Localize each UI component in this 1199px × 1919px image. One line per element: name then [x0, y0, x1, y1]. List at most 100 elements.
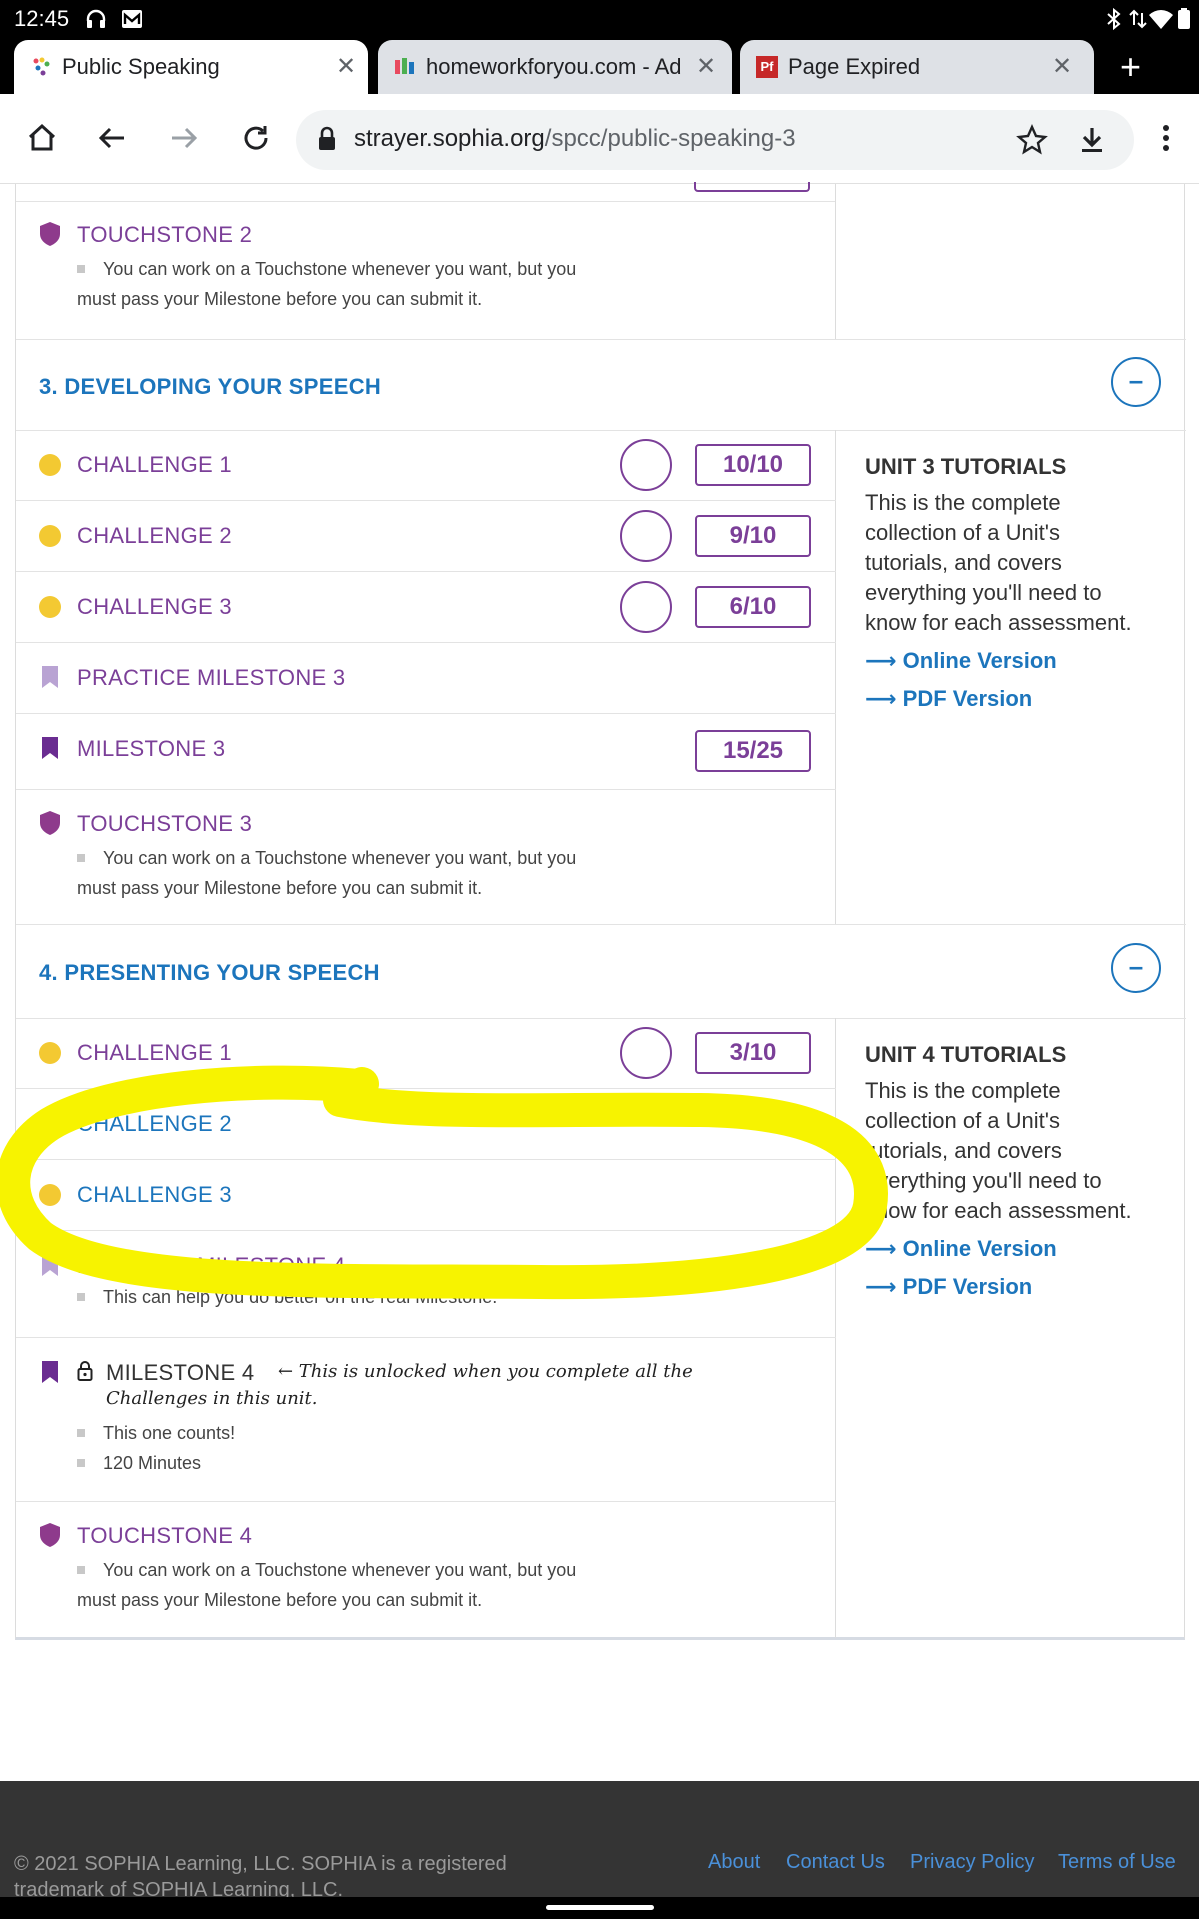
- unit-3-online-version-link[interactable]: ⟶ Online Version: [865, 648, 1057, 674]
- progress-ring: [620, 439, 672, 491]
- challenge-dot-icon: [39, 454, 61, 476]
- touchstone-2-note: You can work on a Touchstone whenever yo…: [77, 254, 576, 314]
- note-line: must pass your Milestone before you can …: [77, 289, 483, 309]
- lock-icon: [319, 126, 335, 150]
- milestone-3-link[interactable]: MILESTONE 3: [77, 736, 225, 762]
- touchstone-3-note: You can work on a Touchstone whenever yo…: [77, 843, 576, 903]
- footer-contact-link[interactable]: Contact Us: [786, 1851, 885, 1874]
- unit-4-heading[interactable]: 4. PRESENTING YOUR SPEECH: [39, 960, 380, 986]
- reload-icon[interactable]: [236, 118, 276, 158]
- row-divider: [16, 713, 836, 714]
- progress-ring: [620, 510, 672, 562]
- touchstone-3-link[interactable]: TOUCHSTONE 3: [77, 811, 252, 837]
- home-gesture-handle[interactable]: [546, 1905, 654, 1910]
- unit-3-challenge-2-link[interactable]: CHALLENGE 2: [77, 523, 232, 549]
- tab-page-expired[interactable]: Pf Page Expired ✕: [740, 40, 1094, 94]
- unit-3-pdf-version-link[interactable]: ⟶ PDF Version: [865, 686, 1032, 712]
- gmail-icon: [122, 10, 142, 28]
- new-tab-icon[interactable]: +: [1120, 46, 1141, 88]
- note-line: must pass your Milestone before you can …: [77, 878, 483, 898]
- tab-strip: Public Speaking ✕ homeworkforyou.com - A…: [0, 38, 1199, 94]
- close-icon[interactable]: ✕: [1052, 52, 1072, 81]
- challenge-dot-icon: [39, 525, 61, 547]
- unit-3-tutorials-description: This is the complete collection of a Uni…: [865, 488, 1165, 638]
- address-bar[interactable]: strayer.sophia.org/spcc/public-speaking-…: [296, 110, 1134, 170]
- course-units-card: TOUCHSTONE 2 You can work on a Touchston…: [15, 182, 1186, 1640]
- data-icon: [1129, 9, 1147, 29]
- unit-3-challenge-1-link[interactable]: CHALLENGE 1: [77, 452, 232, 478]
- tab-public-speaking[interactable]: Public Speaking ✕: [14, 40, 368, 94]
- wifi-icon: [1149, 10, 1173, 29]
- milestone-4-notes: This one counts! 120 Minutes: [77, 1418, 235, 1478]
- shield-icon: [40, 1523, 60, 1547]
- unit-3-collapse-button[interactable]: –: [1111, 357, 1161, 407]
- description-line: know for each assessment.: [865, 1198, 1132, 1223]
- milestone-3-score: 15/25: [695, 730, 811, 772]
- back-icon[interactable]: [92, 118, 132, 158]
- progress-ring: [620, 581, 672, 633]
- section-divider: [16, 430, 1186, 431]
- section-divider: [16, 339, 1186, 340]
- download-icon[interactable]: [1076, 124, 1108, 156]
- footer-about-link[interactable]: About: [708, 1851, 760, 1874]
- description-line: tutorials, and covers: [865, 550, 1062, 575]
- milestone-4-title: MILESTONE 4: [106, 1360, 255, 1385]
- menu-icon[interactable]: [1146, 118, 1186, 158]
- practice-milestone-3-link[interactable]: PRACTICE MILESTONE 3: [77, 665, 345, 691]
- milestone-4-annotation-line1: ← This is unlocked when you complete all…: [278, 1361, 693, 1382]
- row-divider: [16, 642, 836, 643]
- browser-toolbar: strayer.sophia.org/spcc/public-speaking-…: [0, 94, 1199, 184]
- headphones-icon: [86, 9, 106, 28]
- note-line: This one counts!: [103, 1423, 236, 1443]
- footer-privacy-link[interactable]: Privacy Policy: [910, 1851, 1034, 1874]
- row-divider: [16, 201, 836, 202]
- touchstone-4-link[interactable]: TOUCHSTONE 4: [77, 1523, 252, 1549]
- home-icon[interactable]: [22, 118, 62, 158]
- challenge-dot-icon: [39, 596, 61, 618]
- close-icon[interactable]: ✕: [696, 52, 716, 81]
- row-divider: [16, 1501, 836, 1502]
- note-line: You can work on a Touchstone whenever yo…: [103, 848, 577, 868]
- footer-terms-link[interactable]: Terms of Use: [1058, 1851, 1176, 1874]
- battery-icon: [1178, 8, 1190, 29]
- description-line: collection of a Unit's: [865, 520, 1060, 545]
- section-divider: [16, 1018, 1186, 1019]
- status-bar: 12:45: [0, 0, 1199, 38]
- milestone-4-annotation-line2: Challenges in this unit.: [106, 1388, 318, 1409]
- tab-label: Public Speaking: [62, 54, 220, 79]
- forward-icon[interactable]: [164, 118, 204, 158]
- column-divider: [835, 430, 836, 924]
- padlock-icon: [77, 1361, 93, 1381]
- system-nav-bar: [0, 1897, 1199, 1919]
- unit-3-heading[interactable]: 3. DEVELOPING YOUR SPEECH: [39, 374, 381, 400]
- column-divider: [835, 184, 836, 339]
- description-line: everything you'll need to: [865, 580, 1102, 605]
- tab-label: homeworkforyou.com - Add: [426, 54, 682, 79]
- bookmark-icon: [42, 666, 58, 688]
- footer-copyright: © 2021 SOPHIA Learning, LLC. SOPHIA is a…: [14, 1853, 507, 1901]
- touchstone-2-link[interactable]: TOUCHSTONE 2: [77, 222, 252, 248]
- touchstone-4-note: You can work on a Touchstone whenever yo…: [77, 1555, 576, 1615]
- tab-homeworkforyou[interactable]: homeworkforyou.com - Add ✕: [378, 40, 732, 94]
- note-line: You can work on a Touchstone whenever yo…: [103, 259, 577, 279]
- row-divider: [16, 1337, 836, 1338]
- description-line: know for each assessment.: [865, 610, 1132, 635]
- tab-label: Page Expired: [788, 54, 921, 79]
- status-time: 12:45: [14, 6, 70, 31]
- sophia-favicon-icon: [33, 57, 50, 76]
- url-path: /spcc/public-speaking-3: [544, 125, 796, 152]
- bookmark-icon: [42, 737, 58, 759]
- unit-4-collapse-button[interactable]: –: [1111, 943, 1161, 993]
- description-line: This is the complete: [865, 490, 1061, 515]
- bookmark-icon: [42, 1361, 58, 1383]
- note-line: 120 Minutes: [103, 1453, 202, 1473]
- unit-3-challenge-2-score: 9/10: [695, 515, 811, 557]
- homeworkforyou-favicon-icon: [395, 58, 414, 74]
- unit-4-tutorials-description: This is the complete collection of a Uni…: [865, 1076, 1165, 1226]
- unit-3-challenge-3-link[interactable]: CHALLENGE 3: [77, 594, 232, 620]
- star-icon[interactable]: [1016, 124, 1048, 156]
- bluetooth-icon: [1107, 7, 1121, 31]
- close-icon[interactable]: ✕: [336, 52, 356, 81]
- row-divider: [16, 571, 836, 572]
- shield-icon: [40, 222, 60, 246]
